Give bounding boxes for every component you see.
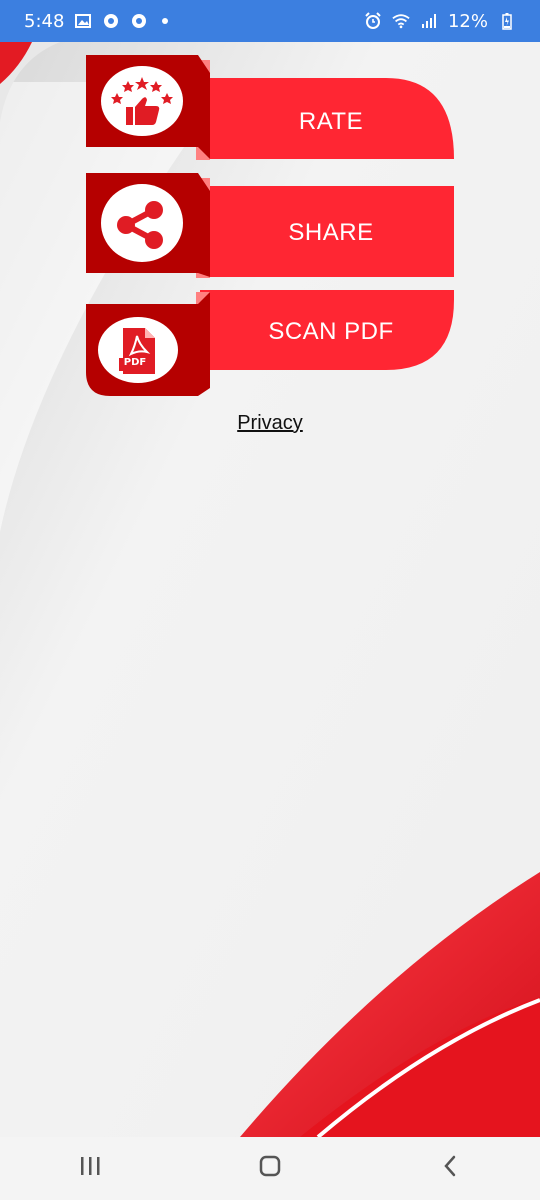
home-button[interactable] — [240, 1144, 300, 1194]
rate-stars-thumbs-up-icon — [106, 69, 178, 133]
privacy-container: Privacy — [0, 412, 540, 435]
home-icon — [258, 1154, 282, 1183]
share-button[interactable]: SHARE — [86, 173, 454, 279]
chrome-icon — [130, 12, 148, 30]
rate-button[interactable]: RATE — [86, 55, 454, 161]
wifi-icon — [392, 12, 410, 30]
rate-label: RATE — [298, 108, 364, 135]
share-icon — [112, 197, 172, 253]
battery-percent: 12% — [447, 10, 488, 32]
scan-pdf-button[interactable]: PDF SCAN PDF — [86, 290, 454, 396]
chrome-icon — [102, 12, 120, 30]
status-bar: 5:48 12% — [0, 0, 540, 42]
pdf-icon-text: PDF — [123, 357, 147, 368]
status-left: 5:48 — [24, 10, 169, 32]
battery-charging-icon — [498, 12, 516, 30]
status-right: 12% — [364, 11, 516, 32]
notification-dot-icon — [162, 18, 169, 24]
back-icon — [440, 1154, 460, 1183]
gallery-icon — [74, 12, 92, 30]
alarm-icon — [364, 12, 382, 30]
navigation-bar — [0, 1137, 540, 1200]
privacy-link[interactable]: Privacy — [237, 412, 303, 434]
scan-pdf-label: SCAN PDF — [268, 318, 394, 345]
recent-apps-icon — [78, 1155, 102, 1182]
recent-apps-button[interactable] — [60, 1144, 120, 1194]
pdf-file-icon: PDF — [117, 326, 159, 376]
share-label: SHARE — [288, 219, 374, 246]
back-button[interactable] — [420, 1144, 480, 1194]
status-time: 5:48 — [24, 10, 65, 32]
signal-icon — [420, 12, 438, 30]
